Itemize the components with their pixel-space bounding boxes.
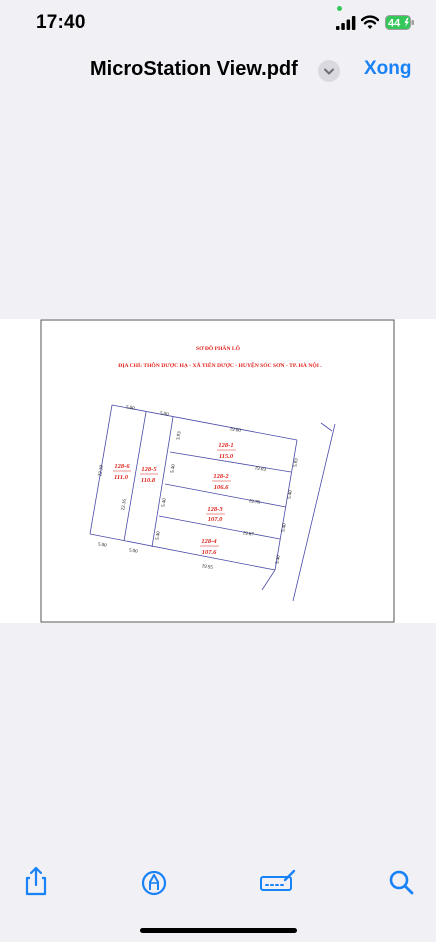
chevron-down-icon (324, 68, 334, 75)
bottom-toolbar (0, 864, 436, 906)
battery-level: 44 (388, 18, 401, 30)
markup-button[interactable] (137, 864, 171, 898)
lot-area: 106.6 (214, 484, 229, 491)
lot-id: 128-4 (201, 538, 217, 545)
signal-icon (336, 16, 356, 30)
document-title[interactable]: MicroStation View.pdf (90, 58, 298, 81)
lot-area: 111.0 (114, 474, 129, 481)
lot-area: 107.6 (202, 549, 217, 556)
home-indicator[interactable] (140, 928, 297, 933)
plan-heading: SƠ ĐỒ PHÂN LÔ (196, 344, 241, 352)
plan-address: ĐỊA CHỈ: THÔN DƯỢC HẠ - XÃ TIÊN DƯỢC - H… (118, 361, 322, 369)
lot-id: 128-1 (218, 442, 233, 449)
battery-icon: 44 (385, 15, 414, 30)
markup-icon (141, 870, 167, 896)
lot-area: 107.0 (208, 516, 223, 523)
search-icon (389, 870, 414, 895)
status-time: 17:40 (36, 12, 86, 33)
lot-id: 128-5 (141, 466, 157, 473)
lot-plan-drawing: SƠ ĐỒ PHÂN LÔ ĐỊA CHỈ: THÔN DƯỢC HẠ - XÃ… (40, 319, 395, 623)
signature-button[interactable] (259, 864, 296, 898)
lot-id: 128-3 (207, 506, 223, 513)
share-button[interactable] (19, 864, 53, 898)
status-bar: 17:40 44 (0, 0, 436, 44)
search-button[interactable] (385, 864, 419, 898)
done-button[interactable]: Xong (364, 58, 412, 80)
lot-id: 128-6 (114, 463, 130, 470)
title-menu-button[interactable] (318, 60, 340, 82)
lot-area: 115.0 (219, 453, 234, 460)
lot-id: 128-2 (213, 473, 229, 480)
privacy-indicator (337, 6, 342, 11)
nav-bar: MicroStation View.pdf Xong (0, 52, 436, 88)
wifi-icon (361, 15, 379, 29)
share-icon (25, 866, 47, 896)
lot-area: 110.8 (141, 477, 156, 484)
pdf-page[interactable]: SƠ ĐỒ PHÂN LÔ ĐỊA CHỈ: THÔN DƯỢC HẠ - XÃ… (0, 319, 436, 623)
signature-icon (260, 869, 296, 891)
